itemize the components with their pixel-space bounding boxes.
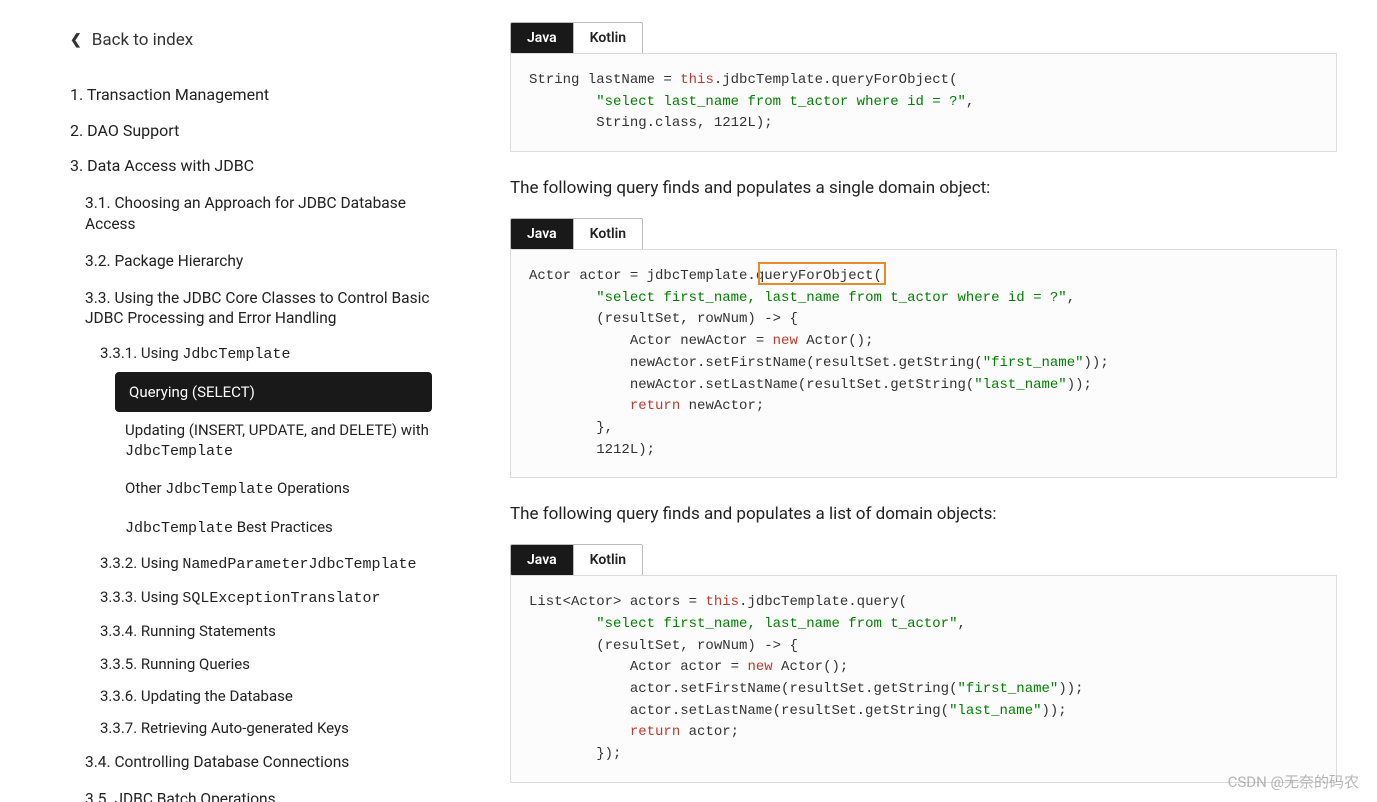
nav-sqlexception-translator[interactable]: 3.3.3. Using SQLExceptionTranslator bbox=[100, 581, 442, 615]
nav-best-practices[interactable]: JdbcTemplate Best Practices bbox=[115, 509, 442, 547]
nav-batch-ops[interactable]: 3.5. JDBC Batch Operations bbox=[85, 781, 442, 802]
sidebar: ❮ Back to index 1. Transaction Managemen… bbox=[0, 0, 462, 802]
nav-db-connections[interactable]: 3.4. Controlling Database Connections bbox=[85, 744, 442, 781]
tab-java[interactable]: Java bbox=[511, 545, 574, 575]
code-block-3: List<Actor> actors = this.jdbcTemplate.q… bbox=[510, 575, 1337, 783]
tab-java[interactable]: Java bbox=[511, 219, 574, 249]
tab-kotlin[interactable]: Kotlin bbox=[574, 219, 642, 249]
back-to-index-link[interactable]: ❮ Back to index bbox=[70, 30, 442, 50]
nav-querying-select[interactable]: Querying (SELECT) bbox=[115, 372, 432, 412]
nav-transaction-management[interactable]: 1. Transaction Management bbox=[70, 78, 442, 112]
nav-jdbc-approach[interactable]: 3.1. Choosing an Approach for JDBC Datab… bbox=[85, 185, 442, 243]
code-tabs-1: Java Kotlin bbox=[510, 22, 643, 54]
nav-running-queries[interactable]: 3.3.5. Running Queries bbox=[100, 648, 442, 680]
tab-java[interactable]: Java bbox=[511, 23, 574, 53]
tab-kotlin[interactable]: Kotlin bbox=[574, 545, 642, 575]
back-label: Back to index bbox=[92, 30, 193, 50]
paragraph-list-objects: The following query finds and populates … bbox=[510, 504, 1337, 524]
nav-package-hierarchy[interactable]: 3.2. Package Hierarchy bbox=[85, 243, 442, 280]
main-content: Java Kotlin String lastName = this.jdbcT… bbox=[462, 0, 1377, 802]
tab-kotlin[interactable]: Kotlin bbox=[574, 23, 642, 53]
nav-using-jdbctemplate[interactable]: 3.3.1. Using JdbcTemplate bbox=[100, 337, 442, 371]
code-block-2: Actor actor = jdbcTemplate.queryForObjec… bbox=[510, 249, 1337, 478]
nav-data-access-jdbc[interactable]: 3. Data Access with JDBC bbox=[70, 149, 442, 183]
nav-dao-support[interactable]: 2. DAO Support bbox=[70, 114, 442, 148]
nav-named-param-template[interactable]: 3.3.2. Using NamedParameterJdbcTemplate bbox=[100, 547, 442, 581]
code-tabs-3: Java Kotlin bbox=[510, 544, 643, 576]
nav-jdbc-core-classes[interactable]: 3.3. Using the JDBC Core Classes to Cont… bbox=[85, 280, 442, 338]
nav-updating-database[interactable]: 3.3.6. Updating the Database bbox=[100, 680, 442, 712]
code-tabs-2: Java Kotlin bbox=[510, 218, 643, 250]
nav-auto-generated-keys[interactable]: 3.3.7. Retrieving Auto-generated Keys bbox=[100, 712, 442, 744]
code-block-1: String lastName = this.jdbcTemplate.quer… bbox=[510, 53, 1337, 152]
nav-other-ops[interactable]: Other JdbcTemplate Operations bbox=[115, 470, 442, 508]
chevron-left-icon: ❮ bbox=[70, 32, 82, 48]
paragraph-single-object: The following query finds and populates … bbox=[510, 178, 1337, 198]
nav-running-statements[interactable]: 3.3.4. Running Statements bbox=[100, 615, 442, 647]
nav-updating-dml[interactable]: Updating (INSERT, UPDATE, and DELETE) wi… bbox=[115, 412, 442, 471]
